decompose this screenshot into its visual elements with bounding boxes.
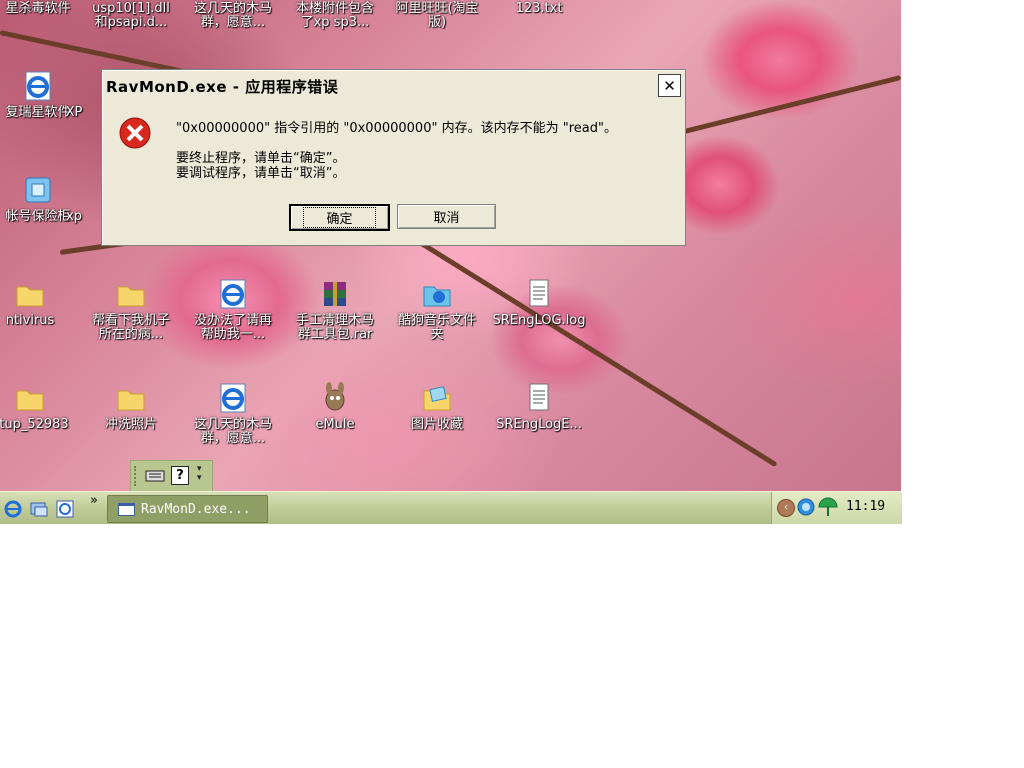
icon-label: SREngLOG.log [492, 313, 586, 328]
ok-button[interactable]: 确定 [289, 204, 390, 231]
desktop-icon-attachment[interactable]: 本楼附件包含 了xp sp3... [285, 2, 385, 30]
cancel-button-label: 取消 [433, 211, 460, 226]
folder-icon [115, 278, 147, 310]
window-icon [118, 502, 135, 516]
help-icon[interactable]: ? [171, 466, 189, 485]
icon-label: 星杀毒软件 [5, 1, 71, 16]
keyboard-icon[interactable] [145, 467, 165, 487]
branch-decoration [418, 240, 778, 468]
error-message: "0x00000000" 指令引用的 "0x00000000" 内存。该内存不能… [176, 121, 617, 136]
drag-handle[interactable] [134, 466, 139, 486]
kugou-folder-icon [421, 278, 453, 310]
desktop-icon-help-post[interactable]: 没办法了请再 帮助我一... [183, 278, 283, 342]
icon-label: 帮看下我机子 所在的病... [91, 313, 170, 342]
desktop-icon-pictures[interactable]: 图片收藏 [387, 382, 487, 432]
folder-icon [115, 382, 147, 414]
ie-quicklaunch-icon[interactable] [3, 499, 23, 519]
close-icon: ✕ [663, 76, 676, 95]
close-button[interactable]: ✕ [658, 74, 681, 97]
icon-label: usp10[1].dll 和psapi.d... [92, 1, 170, 30]
folder-icon [14, 382, 46, 414]
error-icon [118, 116, 152, 154]
icon-label: 这几天的木马 群，愿意... [193, 1, 272, 30]
icon-label: 图片收藏 [410, 417, 463, 432]
desktop-icon-emule[interactable]: eMule [285, 382, 385, 432]
ie-icon [217, 278, 249, 310]
desktop-icon-sreng-log-2[interactable]: SREngLogE... [489, 382, 589, 432]
icon-label: SREngLogE... [496, 417, 582, 432]
desktop-icon-aliwangwang[interactable]: 阿里旺旺(淘宝 版) [387, 2, 487, 30]
taskbar: » RavMonD.exe... ‹ 11:19 [0, 491, 902, 524]
icon-label: 酷狗音乐文件 夹 [397, 313, 476, 342]
desktop-icon-trojan-post[interactable]: 这几天的木马 群，愿意... [183, 2, 283, 30]
desktop-icon-photos-folder[interactable]: 冲洗照片 [81, 382, 181, 432]
icon-label: xp [66, 209, 82, 224]
icon-label: ntivirus [5, 313, 55, 328]
icon-label: 阿里旺旺(淘宝 版) [395, 1, 479, 30]
desktop-icon-setup-folder[interactable]: etup_52983 [0, 382, 80, 432]
icon-label: 这几天的木马 群，愿意... [193, 417, 272, 446]
show-desktop-icon[interactable] [29, 499, 49, 519]
ie-icon [22, 70, 54, 102]
ok-button-label: 确定 [303, 207, 376, 228]
icon-label: 手工清理木马 群工具包.rar [295, 313, 374, 342]
error-dialog: RavMonD.exe - 应用程序错误 ✕ "0x00000000" 指令引用… [101, 69, 686, 246]
desktop-icon-virus-folder[interactable]: 帮看下我机子 所在的病... [81, 278, 181, 342]
icon-label: eMule [315, 417, 355, 432]
cancel-button[interactable]: 取消 [397, 204, 496, 229]
desktop-icon-123-txt[interactable]: 123.txt [489, 2, 589, 16]
desktop-icon-sreng-log[interactable]: SREngLOG.log [489, 278, 589, 328]
text-file-icon [523, 278, 555, 310]
desktop-icon-usp10-dll[interactable]: usp10[1].dll 和psapi.d... [81, 2, 181, 30]
safe-box-icon [22, 174, 54, 206]
pictures-folder-icon [421, 382, 453, 414]
emule-mule-icon [319, 382, 351, 414]
dialog-title: RavMonD.exe - 应用程序错误 [106, 78, 339, 96]
taskbar-button-ravmond[interactable]: RavMonD.exe... [107, 495, 268, 523]
desktop-icon-cleaner-rar[interactable]: 手工清理木马 群工具包.rar [285, 278, 385, 342]
folder-icon [14, 278, 46, 310]
quicklaunch-chevron[interactable]: » [90, 493, 98, 508]
network-tray-icon[interactable] [797, 498, 815, 520]
clock: 11:19 [846, 499, 886, 514]
winrar-icon [319, 278, 351, 310]
options-arrow-icon[interactable]: ▾ ▾ [197, 465, 202, 483]
desktop-icon-kugou-folder[interactable]: 酷狗音乐文件 夹 [387, 278, 487, 342]
desktop-icon-antivirus[interactable]: 星杀毒软件 [0, 2, 88, 16]
language-bar[interactable]: ? ▾ ▾ [130, 460, 213, 491]
icon-label: 本楼附件包含 了xp sp3... [295, 1, 374, 30]
debug-instruction: 要调试程序，请单击“取消”。 [176, 166, 346, 181]
ie-shortcut-icon[interactable] [55, 499, 75, 519]
system-tray: ‹ 11:19 [771, 492, 902, 524]
icon-label: 冲洗照片 [104, 417, 157, 432]
text-file-icon [523, 382, 555, 414]
umbrella-tray-icon[interactable] [817, 497, 839, 523]
desktop-icon-trojan-post-2[interactable]: 这几天的木马 群，愿意... [183, 382, 283, 446]
desktop-icon-xp2[interactable]: xp [44, 210, 104, 224]
icon-label: XP [65, 105, 83, 120]
desktop-icon-xp[interactable]: XP [44, 106, 104, 120]
icon-label: etup_52983 [0, 417, 69, 432]
desktop-icon-antivirus-folder[interactable]: ntivirus [0, 278, 80, 328]
taskbar-button-label: RavMonD.exe... [141, 501, 251, 517]
ie-icon [217, 382, 249, 414]
tray-collapse-icon[interactable]: ‹ [777, 499, 795, 517]
icon-label: 没办法了请再 帮助我一... [193, 313, 272, 342]
icon-label: 123.txt [515, 1, 563, 16]
